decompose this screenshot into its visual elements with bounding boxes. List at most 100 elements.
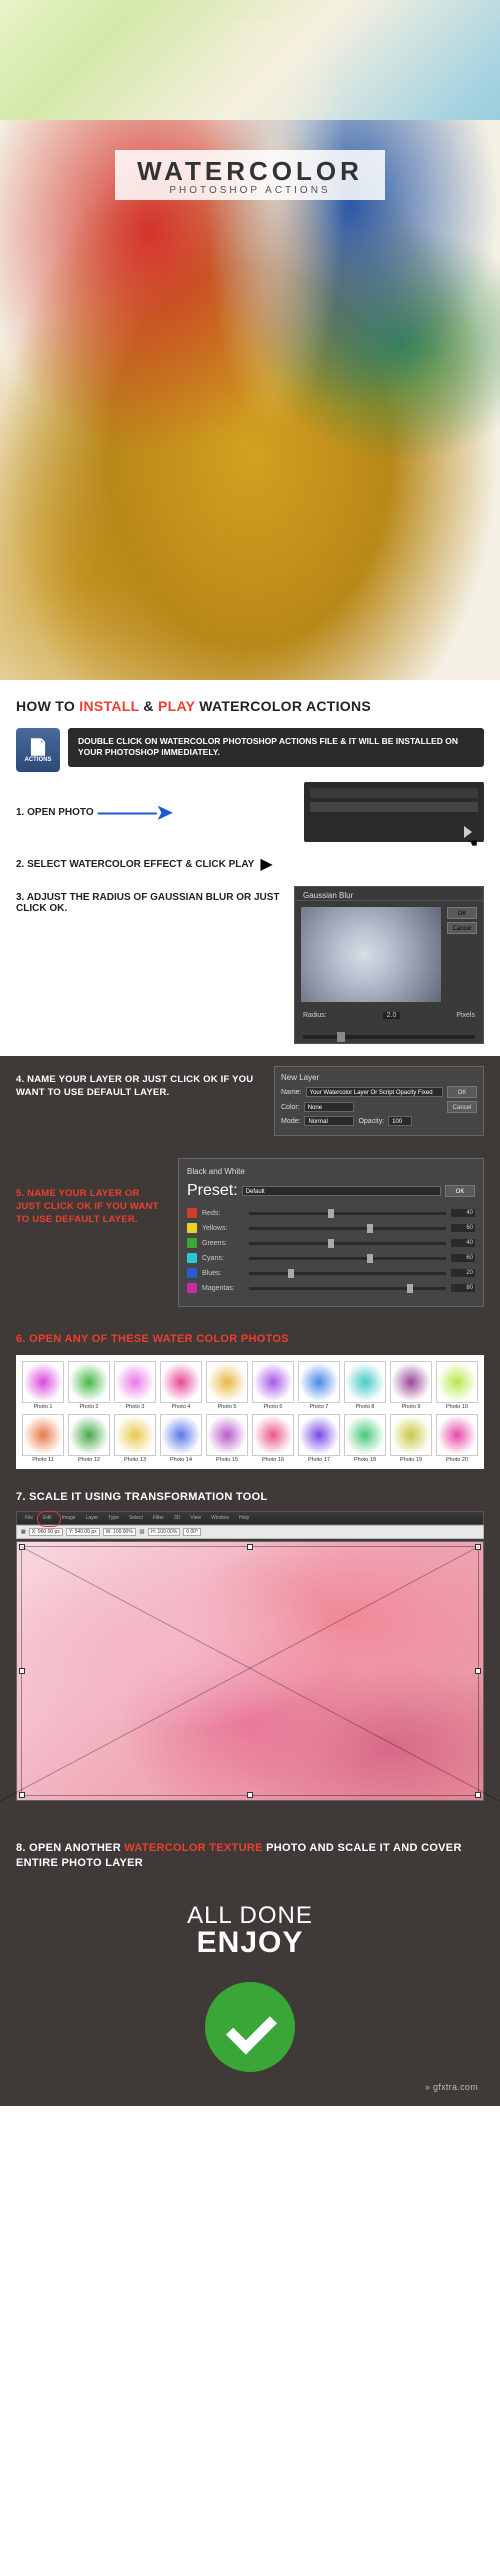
watercolor-thumb[interactable]: Photo 18 — [344, 1414, 386, 1463]
menu-view[interactable]: View — [188, 1515, 203, 1521]
bw-slider-row: Cyans:60 — [187, 1253, 475, 1263]
bw-slider-knob[interactable] — [407, 1284, 413, 1293]
newlayer-opacity-field[interactable]: 100 — [388, 1116, 412, 1126]
link-icon[interactable]: ⛓ — [139, 1529, 145, 1535]
watercolor-thumb[interactable]: Photo 1 — [22, 1361, 64, 1410]
play-glyph-icon: ▶ — [260, 854, 272, 874]
newlayer-ok-button[interactable]: OK — [447, 1086, 477, 1098]
watercolor-thumb[interactable]: Photo 2 — [68, 1361, 110, 1410]
newlayer-cancel-button[interactable]: Cancel — [447, 1101, 477, 1113]
bw-swatch — [187, 1208, 197, 1218]
anchor-icon[interactable]: ▦ — [21, 1529, 26, 1535]
bw-preset-label: Preset: — [187, 1182, 238, 1200]
cursor-icon: ☚ — [467, 836, 478, 850]
transform-options-bar: ▦ X: 960.00 px Y: 540.00 px W: 100.00% ⛓… — [16, 1525, 484, 1539]
bw-slider-track[interactable] — [249, 1257, 446, 1260]
opt-angle[interactable]: 0.00° — [183, 1528, 201, 1536]
watercolor-thumb[interactable]: Photo 4 — [160, 1361, 202, 1410]
menu-type[interactable]: Type — [106, 1515, 121, 1521]
bw-slider-row: Magentas:80 — [187, 1283, 475, 1293]
newlayer-name-field[interactable]: Your Watercolor Layer Or Script Opacity … — [306, 1087, 443, 1097]
bw-slider-knob[interactable] — [328, 1239, 334, 1248]
menu-3d[interactable]: 3D — [172, 1515, 182, 1521]
bw-sliders: Reds:40Yellows:60Greens:40Cyans:60Blues:… — [187, 1208, 475, 1293]
watercolor-thumb[interactable]: Photo 20 — [436, 1414, 478, 1463]
watercolor-thumb[interactable]: Photo 3 — [114, 1361, 156, 1410]
bw-slider-value[interactable]: 20 — [451, 1269, 475, 1277]
thumb-label: Photo 10 — [436, 1404, 478, 1410]
menu-edit[interactable]: Edit — [41, 1515, 54, 1521]
bw-slider-value[interactable]: 60 — [451, 1224, 475, 1232]
menu-help[interactable]: Help — [237, 1515, 251, 1521]
watercolor-thumb[interactable]: Photo 19 — [390, 1414, 432, 1463]
bw-slider-value[interactable]: 80 — [451, 1284, 475, 1292]
thumb-image — [298, 1361, 340, 1403]
bw-slider-value[interactable]: 40 — [451, 1239, 475, 1247]
newlayer-color-select[interactable]: None — [304, 1102, 354, 1112]
watercolor-thumb[interactable]: Photo 13 — [114, 1414, 156, 1463]
watercolor-thumb[interactable]: Photo 6 — [252, 1361, 294, 1410]
transform-canvas[interactable] — [16, 1541, 484, 1801]
watercolor-thumb[interactable]: Photo 16 — [252, 1414, 294, 1463]
thumb-image — [252, 1414, 294, 1456]
watercolor-thumb[interactable]: Photo 14 — [160, 1414, 202, 1463]
thumb-label: Photo 18 — [344, 1457, 386, 1463]
bw-ok-button[interactable]: OK — [445, 1185, 475, 1197]
watercolor-thumb[interactable]: Photo 10 — [436, 1361, 478, 1410]
thumb-label: Photo 14 — [160, 1457, 202, 1463]
bw-slider-track[interactable] — [249, 1287, 446, 1290]
bw-slider-label: Greens: — [202, 1240, 244, 1247]
step8-a: 8. OPEN ANOTHER — [16, 1842, 124, 1854]
opt-y[interactable]: Y: 540.00 px — [66, 1528, 100, 1536]
watercolor-thumb[interactable]: Photo 5 — [206, 1361, 248, 1410]
thumb-label: Photo 17 — [298, 1457, 340, 1463]
menu-window[interactable]: Window — [209, 1515, 231, 1521]
thumb-label: Photo 5 — [206, 1404, 248, 1410]
opt-h[interactable]: H: 100.00% — [148, 1528, 180, 1536]
bw-slider-track[interactable] — [249, 1242, 446, 1245]
menu-layer[interactable]: Layer — [84, 1515, 101, 1521]
thumb-image — [68, 1361, 110, 1403]
thumb-label: Photo 20 — [436, 1457, 478, 1463]
bw-slider-track[interactable] — [249, 1212, 446, 1215]
watercolor-thumb[interactable]: Photo 11 — [22, 1414, 64, 1463]
bw-slider-track[interactable] — [249, 1227, 446, 1230]
gaussian-radius-value[interactable]: 2.0 — [383, 1012, 401, 1019]
step2-text: 2. SELECT WATERCOLOR EFFECT & CLICK PLAY — [16, 859, 254, 870]
watercolor-thumb[interactable]: Photo 9 — [390, 1361, 432, 1410]
step6: 6. OPEN ANY OF THESE WATER COLOR PHOTOS … — [16, 1333, 484, 1469]
hero-subtitle: PHOTOSHOP ACTIONS — [137, 185, 363, 196]
gaussian-slider[interactable] — [303, 1035, 475, 1039]
watercolor-thumb[interactable]: Photo 7 — [298, 1361, 340, 1410]
newlayer-mode-select[interactable]: Normal — [304, 1116, 354, 1126]
thumb-image — [160, 1361, 202, 1403]
gaussian-cancel-button[interactable]: Cancel — [447, 922, 477, 934]
bw-slider-value[interactable]: 40 — [451, 1209, 475, 1217]
opt-x[interactable]: X: 960.00 px — [29, 1528, 63, 1536]
bw-slider-track[interactable] — [249, 1272, 446, 1275]
thumb-label: Photo 15 — [206, 1457, 248, 1463]
howto-install: INSTALL — [79, 698, 139, 714]
bw-slider-knob[interactable] — [328, 1209, 334, 1218]
menu-select[interactable]: Select — [127, 1515, 145, 1521]
opt-w[interactable]: W: 100.00% — [103, 1528, 136, 1536]
watercolor-thumb[interactable]: Photo 12 — [68, 1414, 110, 1463]
thumb-image — [22, 1361, 64, 1403]
thumb-image — [252, 1361, 294, 1403]
gaussian-ok-button[interactable]: OK — [447, 907, 477, 919]
menu-file[interactable]: File — [23, 1515, 35, 1521]
photoshop-menubar: File Edit Image Layer Type Select Filter 3D View… — [16, 1511, 484, 1525]
bw-preset-select[interactable]: Default — [242, 1186, 441, 1196]
step1-row: 1. OPEN PHOTO — — — ➤ ☚ — [16, 782, 484, 842]
bw-swatch — [187, 1268, 197, 1278]
menu-filter[interactable]: Filter — [151, 1515, 166, 1521]
bw-slider-value[interactable]: 60 — [451, 1254, 475, 1262]
watercolor-thumb[interactable]: Photo 17 — [298, 1414, 340, 1463]
bw-slider-knob[interactable] — [367, 1254, 373, 1263]
menu-image[interactable]: Image — [60, 1515, 78, 1521]
watercolor-thumb[interactable]: Photo 15 — [206, 1414, 248, 1463]
bw-slider-knob[interactable] — [367, 1224, 373, 1233]
bw-slider-knob[interactable] — [288, 1269, 294, 1278]
watercolor-thumb[interactable]: Photo 8 — [344, 1361, 386, 1410]
bw-slider-row: Blues:20 — [187, 1268, 475, 1278]
